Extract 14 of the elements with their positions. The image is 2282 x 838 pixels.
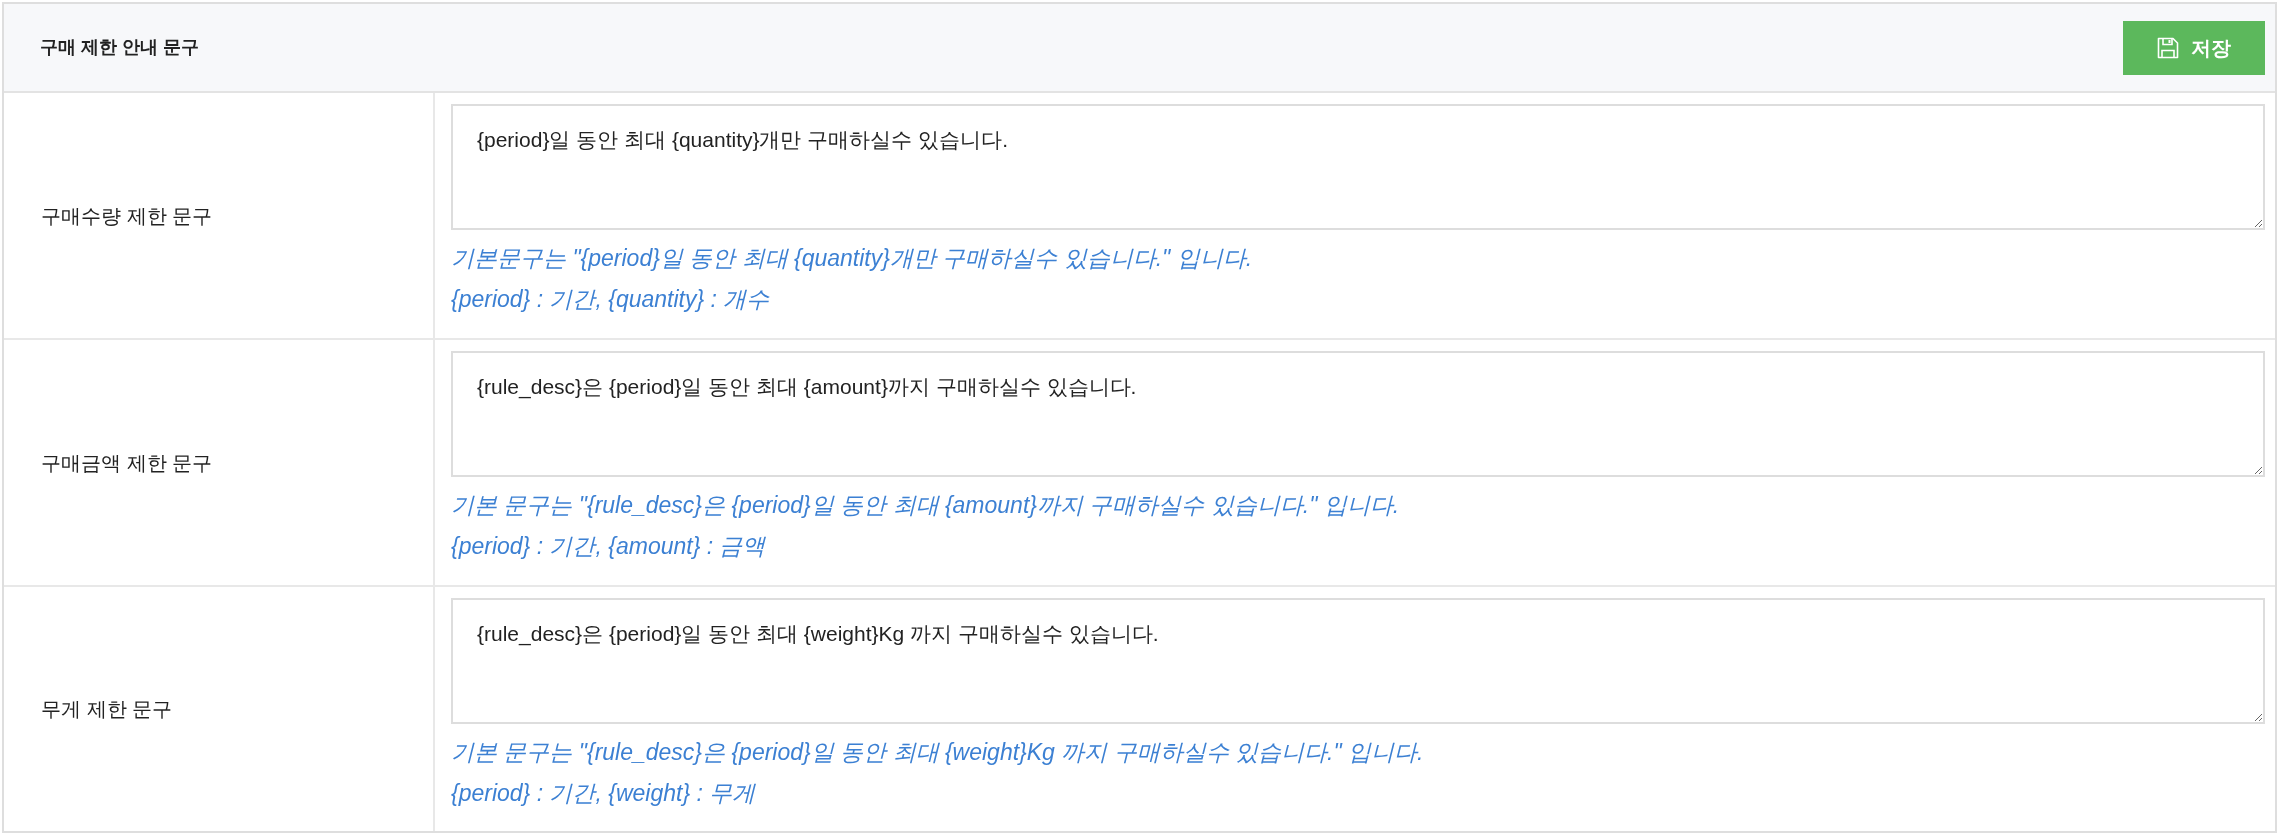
field-label: 무게 제한 문구 (41, 697, 173, 722)
help-text: 기본 문구는 "{rule_desc}은 {period}일 동안 최대 {amount}까지 구매하실수 있습니다." 입니다. (451, 491, 1401, 520)
field-label: 구매금액 제한 문구 (41, 450, 213, 476)
panel-title: 구매 제한 안내 문구 (40, 36, 199, 59)
help-text: {period} : 기간, {amount} : 금액 (451, 532, 767, 561)
help-text: {period} : 기간, {weight} : 무게 (451, 779, 757, 808)
message-field[interactable]: {period}일 동안 최대 {quantity}개만 구매하실수 있습니다. (451, 104, 2265, 230)
help-text: 기본 문구는 "{rule_desc}은 {period}일 동안 최대 {weight}Kg 까지 구매하실수 있습니다." 입니다. (451, 738, 1425, 767)
help-text: {period} : 기간, {quantity} : 개수 (451, 285, 771, 314)
field-label: 구매수량 제한 문구 (41, 203, 213, 229)
message-field[interactable]: {rule_desc}은 {period}일 동안 최대 {weight}Kg 까지 구매하실수 있습니다. (451, 598, 2265, 724)
help-text: 기본문구는 "{period}일 동안 최대 {quantity}개만 구매하실수 있습니다." 입니다. (451, 244, 1254, 273)
save-icon (2157, 36, 2179, 59)
message-field[interactable]: {rule_desc}은 {period}일 동안 최대 {amount}까지 구매하실수 있습니다. (451, 351, 2265, 477)
